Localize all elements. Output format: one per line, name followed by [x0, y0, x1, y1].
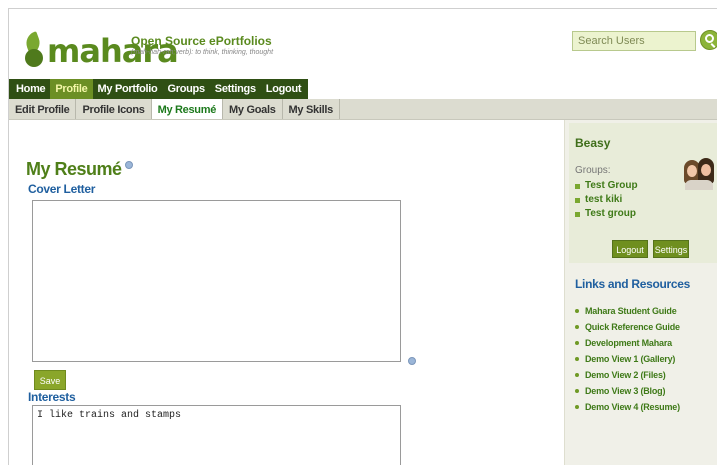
- link-item[interactable]: Demo View 2 (Files): [575, 367, 680, 383]
- links-title: Links and Resources: [575, 277, 691, 291]
- page-title: My Resumé: [26, 159, 133, 180]
- square-bullet-icon: [575, 211, 580, 217]
- link-item[interactable]: Development Mahara: [575, 335, 680, 351]
- bullet-icon: [575, 405, 579, 409]
- main-content: My Resumé Cover Letter Save Interests I …: [9, 120, 564, 465]
- group-item[interactable]: Test Group: [575, 179, 638, 193]
- bullet-icon: [575, 357, 579, 361]
- sub-nav: Edit Profile Profile Icons My Resumé My …: [9, 99, 717, 120]
- bullet-icon: [575, 389, 579, 393]
- nav-logout[interactable]: Logout: [261, 79, 306, 99]
- group-item-label: test kiki: [585, 194, 623, 205]
- bullet-icon: [575, 325, 579, 329]
- help-icon[interactable]: [124, 161, 133, 169]
- avatar[interactable]: [684, 158, 714, 190]
- tagline-subtitle: (mah-hah-rah;verb): to think, thinking, …: [131, 49, 274, 56]
- link-label: Demo View 2 (Files): [585, 370, 666, 380]
- nav-profile[interactable]: Profile: [50, 79, 93, 99]
- nav-groups[interactable]: Groups: [162, 79, 209, 99]
- nav-home[interactable]: Home: [11, 79, 50, 99]
- interests-editor[interactable]: I like trains and stamps: [32, 405, 401, 465]
- search-button[interactable]: [700, 30, 717, 50]
- logout-button[interactable]: Logout: [612, 240, 648, 258]
- sidebar: Beasy Groups: Test Group test kiki Test …: [564, 120, 717, 465]
- tab-edit-profile[interactable]: Edit Profile: [9, 99, 77, 119]
- cover-letter-label: Cover Letter: [28, 182, 96, 196]
- link-item[interactable]: Demo View 3 (Blog): [575, 383, 680, 399]
- tab-my-resume[interactable]: My Resumé: [151, 99, 224, 119]
- tab-my-skills[interactable]: My Skills: [283, 99, 340, 119]
- square-bullet-icon: [575, 197, 580, 203]
- group-item-label: Test group: [585, 208, 636, 219]
- user-block: Beasy Groups: Test Group test kiki Test …: [569, 123, 717, 263]
- username[interactable]: Beasy: [575, 136, 610, 150]
- tagline-title: Open Source ePortfolios: [131, 34, 272, 48]
- settings-button[interactable]: Settings: [653, 240, 689, 258]
- link-label: Demo View 3 (Blog): [585, 386, 666, 396]
- link-item[interactable]: Demo View 4 (Resume): [575, 399, 680, 415]
- nav-my-portfolio[interactable]: My Portfolio: [93, 79, 163, 99]
- main-nav-spacer: [308, 79, 717, 99]
- link-item[interactable]: Demo View 1 (Gallery): [575, 351, 680, 367]
- group-item-label: Test Group: [585, 180, 638, 191]
- tab-profile-icons[interactable]: Profile Icons: [76, 99, 152, 119]
- page-title-text: My Resumé: [26, 159, 122, 179]
- header: mahara Open Source ePortfolios (mah-hah-…: [9, 9, 717, 79]
- group-item[interactable]: test kiki: [575, 193, 638, 207]
- interests-label: Interests: [28, 390, 76, 404]
- link-item[interactable]: Mahara Student Guide: [575, 303, 680, 319]
- main-nav: Home Profile My Portfolio Groups Setting…: [9, 79, 717, 99]
- save-button[interactable]: Save: [34, 370, 66, 390]
- link-label: Demo View 4 (Resume): [585, 402, 680, 412]
- search-users-input[interactable]: Search Users: [572, 31, 696, 51]
- tab-my-goals[interactable]: My Goals: [223, 99, 283, 119]
- link-label: Development Mahara: [585, 338, 672, 348]
- link-label: Demo View 1 (Gallery): [585, 354, 676, 364]
- group-item[interactable]: Test group: [575, 207, 638, 221]
- bullet-icon: [575, 373, 579, 377]
- bullet-icon: [575, 341, 579, 345]
- bullet-icon: [575, 309, 579, 313]
- groups-label: Groups:: [575, 165, 611, 176]
- link-item[interactable]: Quick Reference Guide: [575, 319, 680, 335]
- link-label: Quick Reference Guide: [585, 322, 680, 332]
- link-label: Mahara Student Guide: [585, 306, 677, 316]
- nav-settings[interactable]: Settings: [210, 79, 261, 99]
- cover-letter-help-icon[interactable]: [408, 357, 416, 365]
- page-frame: mahara Open Source ePortfolios (mah-hah-…: [8, 8, 717, 465]
- group-list: Test Group test kiki Test group: [575, 179, 638, 221]
- links-list: Mahara Student Guide Quick Reference Gui…: [575, 303, 680, 415]
- tagline: Open Source ePortfolios (mah-hah-rah;ver…: [131, 35, 273, 57]
- square-bullet-icon: [575, 183, 580, 189]
- cover-letter-editor[interactable]: [32, 200, 401, 362]
- leaf-logo-icon: [23, 31, 45, 67]
